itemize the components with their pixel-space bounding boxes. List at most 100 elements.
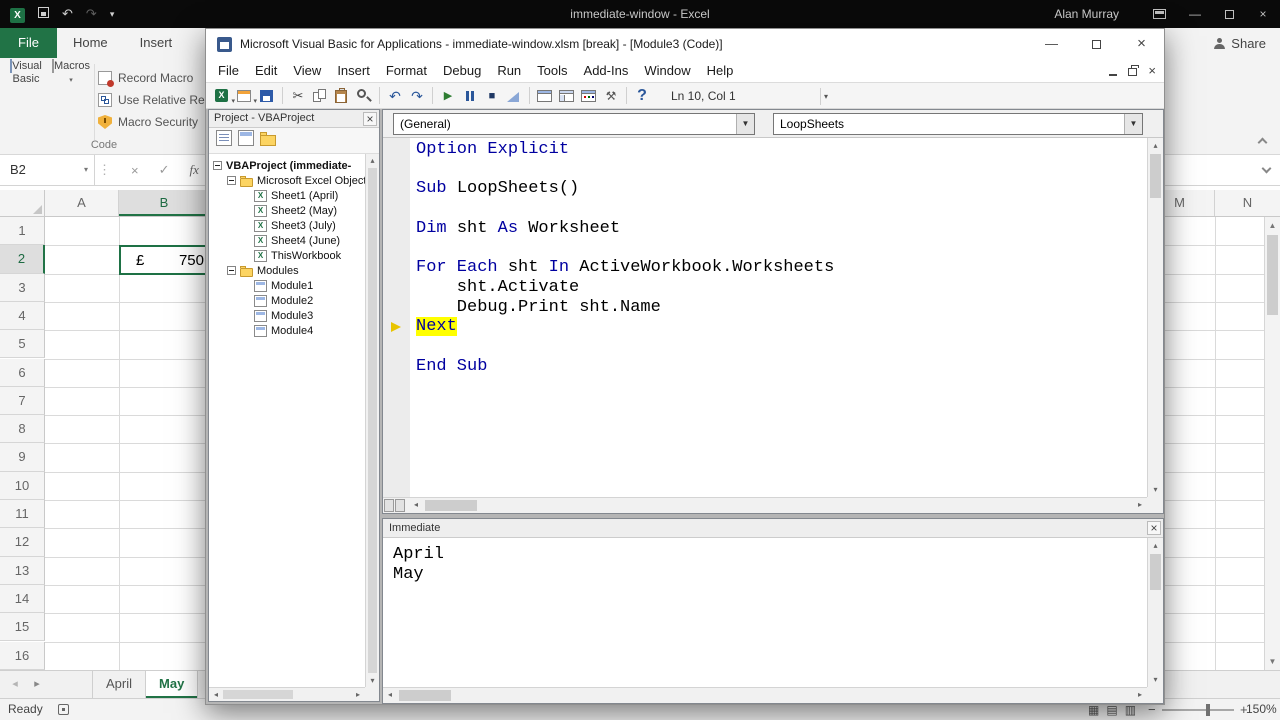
row-header-5[interactable]: 5 — [0, 330, 45, 358]
column-header-n[interactable]: N — [1215, 190, 1280, 216]
code-margin-indicator-bar[interactable] — [383, 138, 410, 497]
row-header-16[interactable]: 16 — [0, 642, 45, 670]
insert-userform-icon[interactable]: ▾ — [235, 86, 255, 106]
vba-menu-format[interactable]: Format — [378, 59, 435, 82]
object-dropdown[interactable]: (General) ▼ — [393, 113, 755, 135]
save-icon[interactable] — [257, 86, 277, 106]
scroll-right-icon[interactable]: ▸ — [1133, 688, 1147, 703]
project-tree-item[interactable]: Microsoft Excel Objects — [209, 173, 365, 188]
cancel-icon[interactable]: × — [131, 163, 139, 178]
undo-icon[interactable]: ↶ — [62, 0, 73, 28]
redo-icon[interactable]: ↷ — [407, 86, 427, 106]
child-restore-icon[interactable] — [1128, 68, 1137, 76]
toggle-folders-icon[interactable] — [257, 131, 279, 151]
scroll-down-icon[interactable]: ▾ — [1148, 485, 1163, 494]
vba-menu-file[interactable]: File — [210, 59, 247, 82]
collapse-ribbon-icon[interactable] — [1258, 138, 1268, 148]
project-tree-item[interactable]: XThisWorkbook — [209, 248, 365, 263]
undo-icon[interactable]: ↶ — [385, 86, 405, 106]
vba-menu-window[interactable]: Window — [636, 59, 698, 82]
code-editor[interactable]: Option ExplicitSub LoopSheets()Dim sht A… — [416, 140, 1145, 495]
code-horizontal-scrollbar[interactable]: ◂ ▸ — [383, 497, 1147, 513]
close-window-button[interactable]: × — [1246, 0, 1280, 28]
design-mode-icon[interactable] — [504, 86, 524, 106]
save-icon[interactable] — [38, 5, 49, 23]
code-line[interactable] — [416, 238, 1145, 258]
sheet-tab-april[interactable]: April — [92, 671, 146, 698]
immediate-close-icon[interactable]: × — [1147, 521, 1161, 535]
code-line[interactable]: Debug.Print sht.Name — [416, 298, 1145, 318]
vba-minimize-button[interactable]: — — [1029, 29, 1074, 59]
fx-icon[interactable]: fx — [190, 162, 199, 178]
copy-icon[interactable] — [310, 86, 330, 106]
vba-menu-view[interactable]: View — [285, 59, 329, 82]
immediate-line[interactable]: April — [393, 545, 444, 565]
row-header-12[interactable]: 12 — [0, 528, 45, 556]
row-header-14[interactable]: 14 — [0, 585, 45, 613]
run-icon[interactable]: ▶ — [438, 86, 458, 106]
immediate-window-header[interactable]: Immediate × — [383, 519, 1163, 538]
cut-icon[interactable]: ✂ — [288, 86, 308, 106]
row-header-7[interactable]: 7 — [0, 387, 45, 415]
share-button[interactable]: Share — [1214, 28, 1266, 58]
project-close-icon[interactable]: × — [363, 112, 377, 126]
code-line[interactable]: sht.Activate — [416, 278, 1145, 298]
scrollbar-thumb[interactable] — [1150, 554, 1161, 590]
row-header-11[interactable]: 11 — [0, 500, 45, 528]
dropdown-arrow-icon[interactable]: ▼ — [1124, 114, 1142, 134]
procedure-dropdown[interactable]: LoopSheets ▼ — [773, 113, 1143, 135]
active-cell-b2[interactable]: £ 750 — [119, 245, 211, 275]
project-tree-item[interactable]: Module3 — [209, 308, 365, 323]
scrollbar-thumb[interactable] — [1150, 154, 1161, 198]
project-tree-item[interactable]: Module2 — [209, 293, 365, 308]
project-horizontal-scrollbar[interactable]: ◂ ▸ — [209, 687, 365, 701]
worksheet-vertical-scrollbar[interactable]: ▲ ▼ — [1264, 217, 1280, 670]
scroll-left-icon[interactable]: ◂ — [383, 688, 397, 703]
properties-window-icon[interactable] — [557, 86, 577, 106]
visual-basic-button[interactable]: Visual Basic — [4, 60, 48, 148]
row-header-2[interactable]: 2 — [0, 245, 45, 273]
project-tree-item[interactable]: XSheet2 (May) — [209, 203, 365, 218]
immediate-horizontal-scrollbar[interactable]: ◂ ▸ — [383, 687, 1147, 703]
zoom-slider-track[interactable] — [1162, 709, 1234, 711]
vba-menu-tools[interactable]: Tools — [529, 59, 575, 82]
project-explorer-icon[interactable] — [535, 86, 555, 106]
code-line[interactable]: Dim sht As Worksheet — [416, 219, 1145, 239]
row-header-4[interactable]: 4 — [0, 302, 45, 330]
code-line[interactable]: End Sub — [416, 357, 1145, 377]
code-line[interactable] — [416, 160, 1145, 180]
project-tree-item[interactable]: VBAProject (immediate- — [209, 158, 365, 173]
vba-menu-edit[interactable]: Edit — [247, 59, 285, 82]
name-box-dropdown-icon[interactable]: ▾ — [78, 155, 94, 185]
view-object-icon[interactable] — [235, 130, 257, 151]
project-tree-item[interactable]: XSheet3 (July) — [209, 218, 365, 233]
zoom-level-label[interactable]: 150% — [1246, 699, 1277, 720]
scroll-right-icon[interactable]: ▸ — [1133, 498, 1147, 513]
code-line[interactable]: For Each sht In ActiveWorkbook.Worksheet… — [416, 258, 1145, 278]
scroll-right-icon[interactable]: ▸ — [351, 688, 365, 701]
dropdown-arrow-icon[interactable]: ▼ — [736, 114, 754, 134]
ribbon-tab-insert[interactable]: Insert — [124, 28, 189, 58]
scroll-up-icon[interactable]: ▴ — [1148, 141, 1163, 150]
paste-icon[interactable] — [332, 86, 352, 106]
project-tree-item[interactable]: Module1 — [209, 278, 365, 293]
row-header-10[interactable]: 10 — [0, 472, 45, 500]
vba-menu-insert[interactable]: Insert — [329, 59, 378, 82]
vba-menu-help[interactable]: Help — [699, 59, 742, 82]
immediate-output[interactable]: AprilMay — [393, 545, 444, 585]
record-macro-status-icon[interactable] — [58, 704, 69, 715]
project-vertical-scrollbar[interactable]: ▴ ▾ — [365, 154, 379, 687]
code-vertical-scrollbar[interactable]: ▴ ▾ — [1147, 138, 1163, 497]
child-minimize-icon[interactable] — [1109, 74, 1117, 76]
column-header-b[interactable]: B — [119, 190, 210, 216]
minimize-window-button[interactable]: — — [1178, 0, 1212, 28]
expander-minus-icon[interactable] — [213, 161, 222, 170]
scroll-left-icon[interactable]: ◂ — [209, 688, 223, 701]
scroll-up-icon[interactable]: ▴ — [366, 156, 379, 165]
code-line[interactable]: Next — [416, 317, 1145, 337]
vba-menu-run[interactable]: Run — [489, 59, 529, 82]
maximize-window-button[interactable] — [1212, 0, 1246, 28]
toolbox-icon[interactable]: ⚒ — [601, 86, 621, 106]
select-all-corner[interactable] — [0, 190, 45, 217]
ribbon-display-options-icon[interactable] — [1153, 9, 1166, 19]
